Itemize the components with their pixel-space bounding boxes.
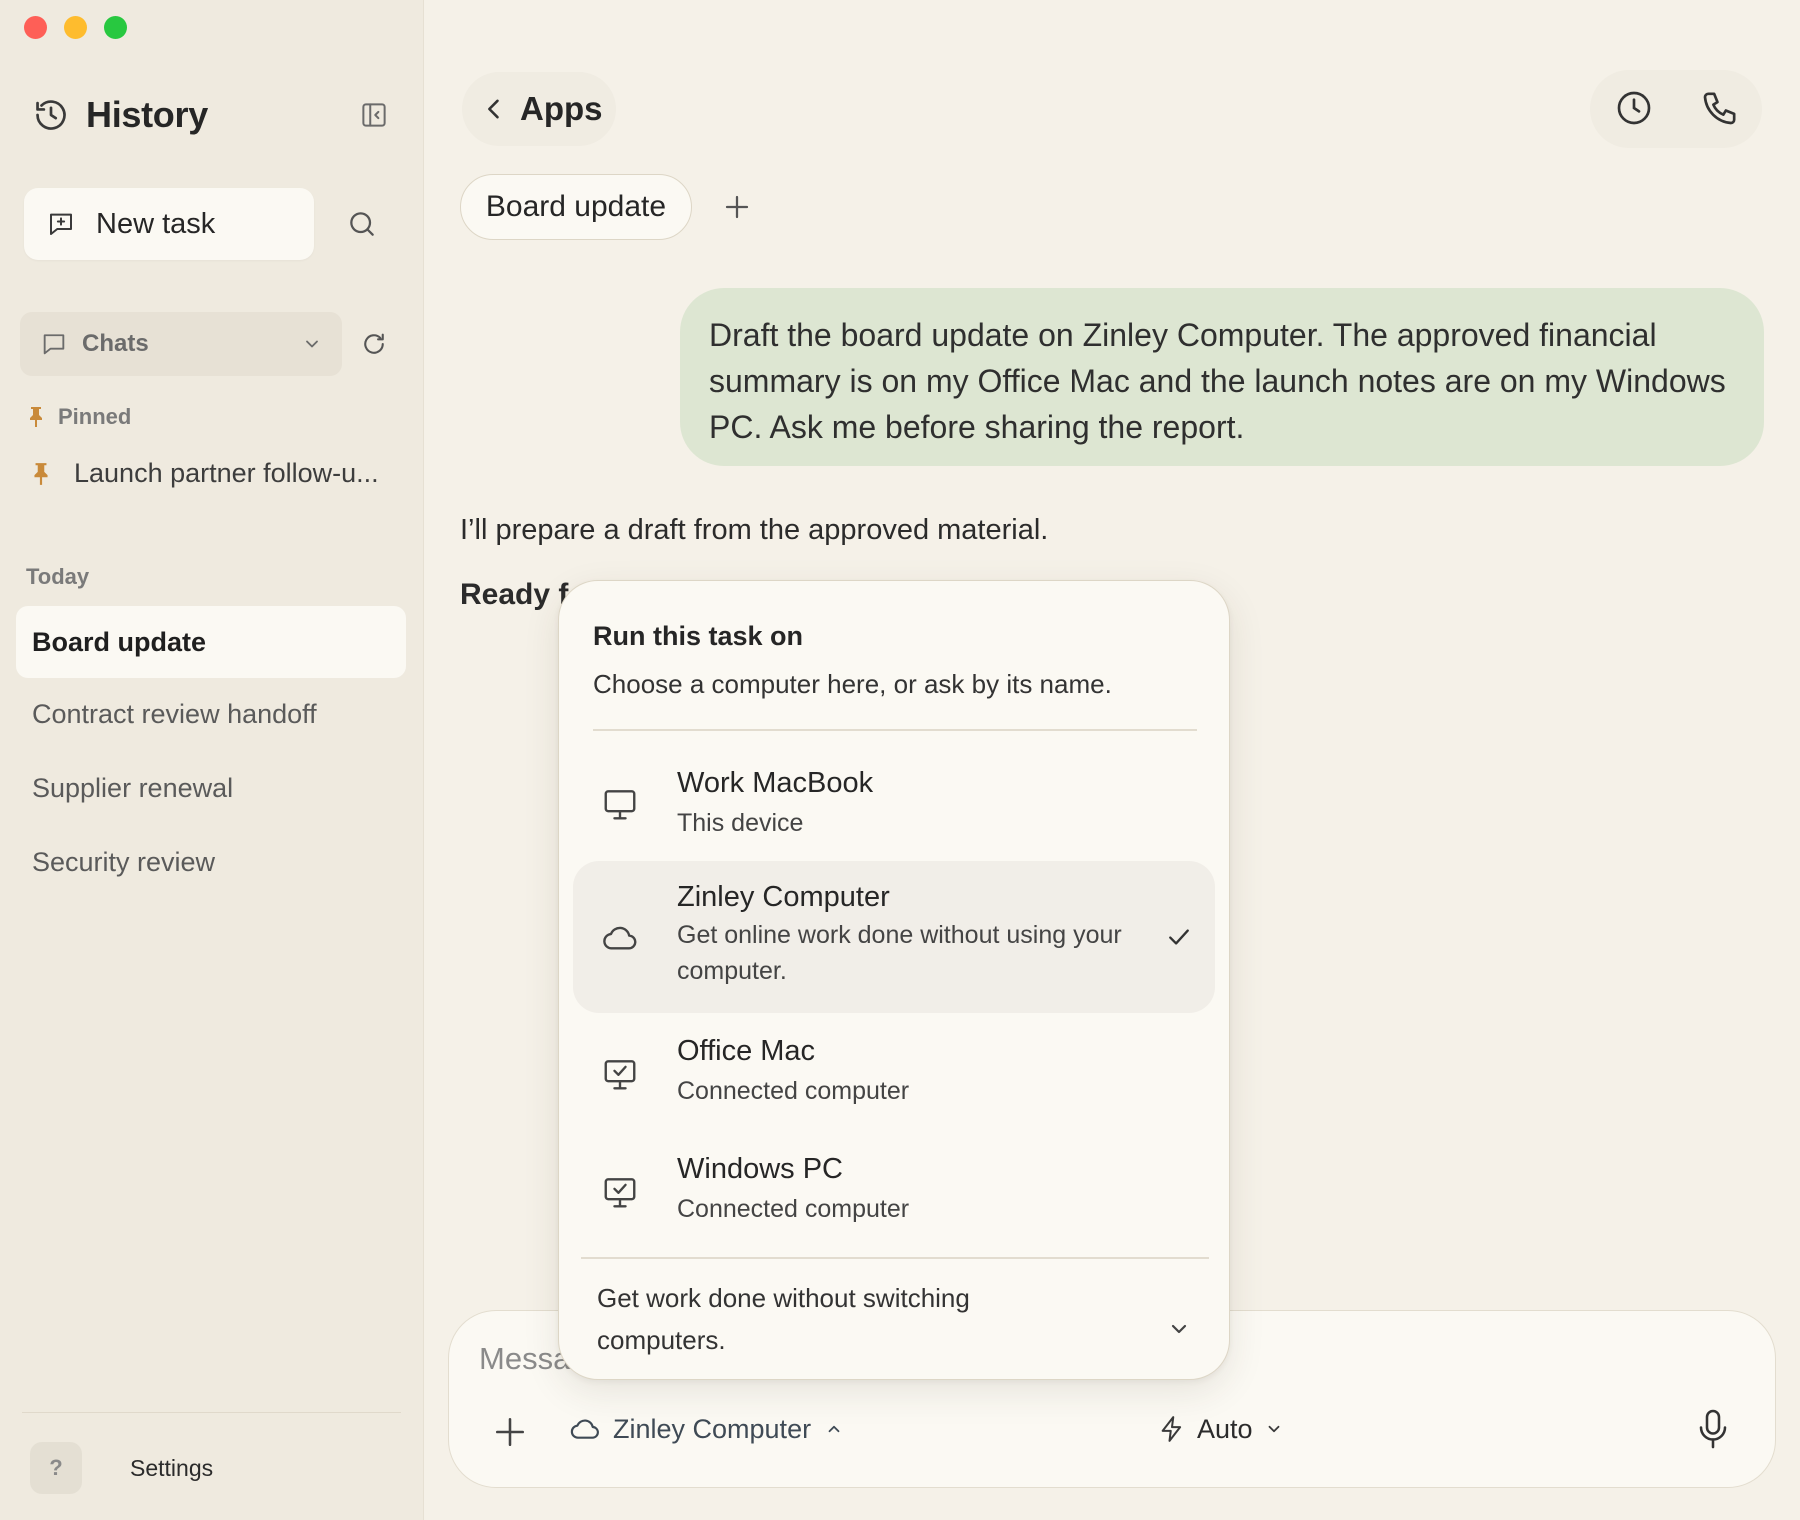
- close-window-button[interactable]: [24, 16, 47, 39]
- new-task-label: New task: [96, 207, 216, 240]
- pinned-label: Pinned: [58, 404, 132, 429]
- option-work-macbook[interactable]: Work MacBook This device: [573, 751, 1215, 857]
- settings-label: Settings: [130, 1454, 214, 1481]
- menu-title: Run this task on: [593, 621, 804, 651]
- tab-board-update[interactable]: Board update: [460, 174, 692, 240]
- new-chat-icon: [50, 213, 72, 235]
- chat-item-contract-review-handoff[interactable]: Contract review handoff: [16, 678, 406, 750]
- option-description: Connected computer: [677, 1077, 910, 1105]
- assistant-heading: Ready f: [460, 578, 569, 611]
- microphone-icon[interactable]: [1695, 1407, 1731, 1451]
- chevron-left-icon: [488, 99, 499, 119]
- lightning-icon: [1161, 1416, 1182, 1442]
- zoom-window-button[interactable]: [104, 16, 127, 39]
- sidebar-header: History: [32, 92, 391, 138]
- message-input-placeholder[interactable]: Messa: [479, 1341, 570, 1377]
- add-tab-icon[interactable]: [722, 192, 752, 222]
- phone-icon[interactable]: [1700, 88, 1740, 128]
- mode-label: Auto: [1197, 1413, 1253, 1444]
- option-description: This device: [677, 809, 804, 837]
- pin-icon: [34, 462, 48, 485]
- sidebar: History New task Chats Pinned Launch par…: [0, 0, 424, 1520]
- clock-icon[interactable]: [1614, 88, 1654, 128]
- option-description: Get online work done without using your …: [677, 921, 1122, 985]
- chat-item-board-update[interactable]: Board update: [16, 606, 406, 678]
- run-task-on-menu: Run this task on Choose a computer here,…: [558, 580, 1230, 1380]
- menu-footer-toggle-label[interactable]: Get work done without switching computer…: [597, 1277, 1027, 1361]
- avatar: ?: [30, 1442, 82, 1494]
- chats-filter-dropdown[interactable]: Chats: [20, 312, 342, 376]
- pinned-section-label: Pinned: [26, 404, 131, 430]
- new-task-button[interactable]: New task: [24, 188, 314, 260]
- chat-item-supplier-renewal[interactable]: Supplier renewal: [16, 752, 406, 824]
- monitor-check-icon: [604, 1060, 636, 1090]
- checkmark-icon: [1169, 929, 1189, 945]
- option-name: Windows PC: [677, 1153, 843, 1185]
- chats-filter-label: Chats: [82, 330, 149, 357]
- mode-selector[interactable]: Auto: [1157, 1413, 1283, 1445]
- sidebar-title: History: [86, 94, 208, 135]
- chevron-down-icon: [306, 340, 318, 348]
- option-name: Work MacBook: [677, 767, 874, 799]
- back-to-apps-button[interactable]: Apps: [462, 72, 616, 146]
- settings-button[interactable]: ? Settings: [30, 1442, 213, 1494]
- refresh-icon[interactable]: [360, 330, 388, 358]
- computer-target-label: Zinley Computer: [613, 1413, 812, 1444]
- header-actions: [1590, 70, 1762, 148]
- minimize-window-button[interactable]: [64, 16, 87, 39]
- menu-divider: [593, 729, 1197, 731]
- pin-icon: [30, 407, 42, 427]
- search-icon[interactable]: [346, 208, 378, 240]
- chevron-down-icon[interactable]: [1167, 1317, 1191, 1341]
- collapse-sidebar-icon[interactable]: [359, 100, 389, 130]
- option-office-mac[interactable]: Office Mac Connected computer: [573, 1019, 1215, 1129]
- chat-bubble-icon: [43, 334, 65, 355]
- chevron-up-icon: [828, 1425, 840, 1433]
- cloud-icon: [570, 1419, 599, 1439]
- window-controls: [24, 16, 127, 39]
- history-icon: [36, 100, 66, 130]
- option-windows-pc[interactable]: Windows PC Connected computer: [573, 1137, 1215, 1247]
- cloud-icon: [603, 926, 637, 950]
- user-message: Draft the board update on Zinley Compute…: [680, 288, 1764, 466]
- attach-plus-icon[interactable]: [493, 1415, 527, 1449]
- back-label: Apps: [520, 90, 603, 127]
- option-description: Connected computer: [677, 1195, 910, 1223]
- option-name: Office Mac: [677, 1035, 816, 1067]
- sidebar-divider: [22, 1412, 401, 1413]
- pinned-chat-item[interactable]: Launch partner follow-u...: [30, 458, 400, 489]
- computer-target-selector[interactable]: Zinley Computer: [569, 1413, 843, 1445]
- chat-item-security-review[interactable]: Security review: [16, 826, 406, 898]
- option-name: Zinley Computer: [677, 881, 890, 913]
- menu-divider: [581, 1257, 1209, 1259]
- chevron-down-icon: [1268, 1425, 1279, 1433]
- assistant-message: I’ll prepare a draft from the approved m…: [460, 514, 1049, 546]
- monitor-check-icon: [604, 1178, 636, 1208]
- monitor-icon: [604, 790, 636, 820]
- menu-subtitle: Choose a computer here, or ask by its na…: [593, 669, 1112, 699]
- today-section-label: Today: [26, 564, 90, 589]
- pinned-chat-label: Launch partner follow-u...: [74, 458, 379, 488]
- option-zinley-computer[interactable]: Zinley Computer Get online work done wit…: [573, 861, 1215, 1013]
